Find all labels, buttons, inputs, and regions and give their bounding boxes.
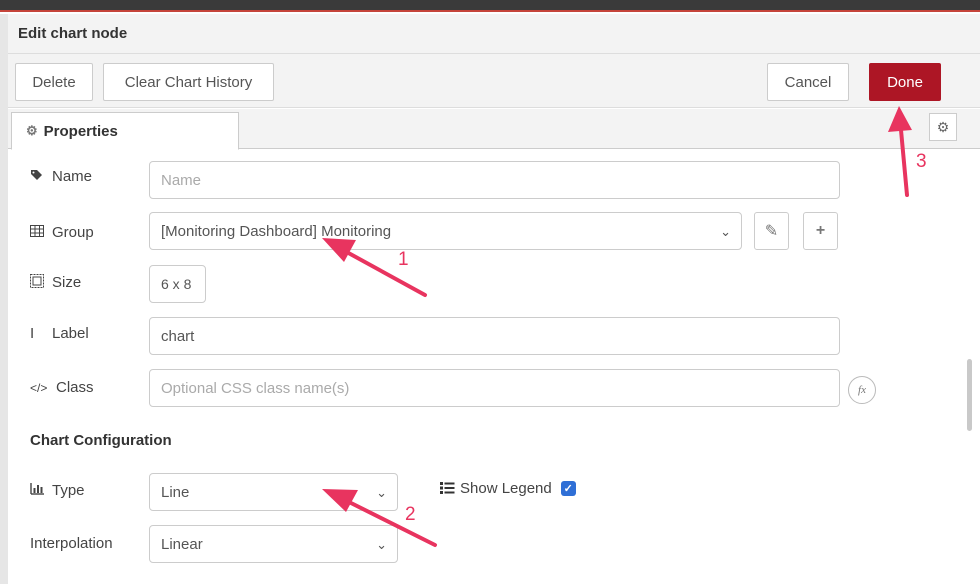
interpolation-value: Linear <box>161 535 203 553</box>
workspace-edge <box>0 14 8 584</box>
tab-properties[interactable]: ⚙ Properties <box>11 112 239 150</box>
label-row-label: I Label <box>30 325 89 342</box>
resize-icon <box>30 274 48 291</box>
settings-gear-button[interactable]: ⚙ <box>929 113 957 141</box>
dialog-title: Edit chart node <box>18 25 128 42</box>
interpolation-row-label: Interpolation <box>30 535 113 552</box>
dialog-title-bar: Edit chart node <box>8 14 980 54</box>
delete-button[interactable]: Delete <box>15 63 93 101</box>
group-row-label: Group <box>30 224 94 241</box>
edit-dialog: Edit chart node Delete Clear Chart Histo… <box>8 14 980 584</box>
class-input[interactable]: Optional CSS class name(s) <box>149 369 840 407</box>
name-input[interactable]: Name <box>149 161 840 199</box>
cancel-button[interactable]: Cancel <box>767 63 849 101</box>
show-legend-option: Show Legend ✓ <box>440 480 576 497</box>
done-button[interactable]: Done <box>869 63 941 101</box>
group-value: [Monitoring Dashboard] Monitoring <box>161 222 392 240</box>
show-legend-checkbox[interactable]: ✓ <box>560 481 576 496</box>
gear-icon: ⚙ <box>936 118 950 135</box>
fx-icon: fx <box>858 384 866 396</box>
class-placeholder: Optional CSS class name(s) <box>161 379 350 397</box>
name-row-label: Name <box>30 168 92 185</box>
label-value: chart <box>161 327 195 345</box>
size-value: 6 x 8 <box>161 276 192 292</box>
label-label: Label <box>52 325 89 342</box>
text-cursor-icon: I <box>30 325 35 342</box>
type-row-label: Type <box>30 482 85 499</box>
chevron-down-icon: ⌄ <box>376 485 387 500</box>
bar-chart-icon <box>30 483 48 498</box>
class-row-label: </> Class <box>30 379 94 396</box>
type-label: Type <box>52 482 85 499</box>
group-label: Group <box>52 224 94 241</box>
chart-type-select[interactable]: Line ⌄ <box>149 473 398 511</box>
plus-icon: + <box>815 222 826 239</box>
clear-chart-history-button[interactable]: Clear Chart History <box>103 63 274 101</box>
table-icon <box>30 225 48 240</box>
group-select[interactable]: [Monitoring Dashboard] Monitoring ⌄ <box>149 212 742 250</box>
label-input[interactable]: chart <box>149 317 840 355</box>
class-label: Class <box>56 379 94 396</box>
name-label: Name <box>52 168 93 185</box>
function-expression-button[interactable]: fx <box>848 376 876 404</box>
chevron-down-icon: ⌄ <box>720 224 731 239</box>
annotation-number-1: 1 <box>398 249 409 270</box>
size-label: Size <box>52 274 82 291</box>
annotation-number-2: 2 <box>405 504 416 525</box>
interpolation-label: Interpolation <box>30 535 113 552</box>
edit-group-button[interactable]: ✎ <box>754 212 789 250</box>
annotation-number-3: 3 <box>916 151 927 172</box>
tab-bar: ⚙ Properties ⚙ <box>8 109 980 150</box>
tab-properties-label: Properties <box>43 122 118 140</box>
list-icon <box>440 481 455 497</box>
chart-configuration-heading: Chart Configuration <box>30 432 172 449</box>
size-button[interactable]: 6 x 8 <box>149 265 206 303</box>
scrollbar-thumb[interactable] <box>967 359 972 431</box>
tag-icon <box>30 169 48 185</box>
code-icon: </> <box>30 380 48 395</box>
name-placeholder: Name <box>161 171 202 189</box>
add-group-button[interactable]: + <box>803 212 838 250</box>
gear-icon: ⚙ <box>26 123 38 138</box>
chart-type-value: Line <box>161 483 190 501</box>
show-legend-label: Show Legend <box>460 480 552 497</box>
interpolation-select[interactable]: Linear ⌄ <box>149 525 398 563</box>
pencil-icon: ✎ <box>764 223 779 240</box>
dialog-button-bar: Delete Clear Chart History Cancel Done <box>8 54 980 108</box>
size-row-label: Size <box>30 274 81 291</box>
window-top-bar <box>0 0 980 12</box>
chevron-down-icon: ⌄ <box>376 537 387 552</box>
